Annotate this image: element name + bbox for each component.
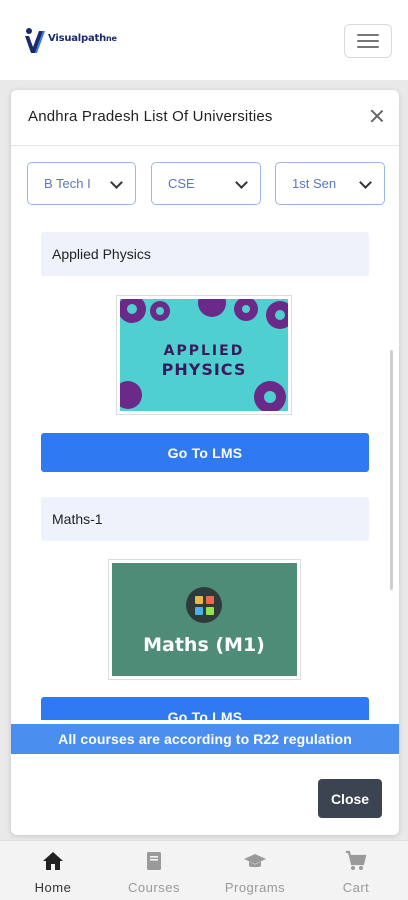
- nav-home[interactable]: Home: [13, 849, 93, 895]
- bottom-navigation: Home Courses Programs Cart: [0, 840, 408, 900]
- maths-thumbnail: Maths (M1): [108, 559, 301, 680]
- course-title: Maths-1: [52, 511, 103, 527]
- nav-programs[interactable]: Programs: [215, 849, 295, 895]
- hamburger-icon: [357, 34, 379, 36]
- logo-mark-icon: [25, 28, 45, 53]
- nav-label: Cart: [342, 880, 370, 895]
- nav-label: Home: [34, 880, 72, 895]
- home-icon: [43, 852, 63, 870]
- chevron-down-icon: [359, 176, 372, 189]
- svg-text:APPLIED: APPLIED: [164, 343, 245, 359]
- filter-bar: B Tech I CSE 1st Sen: [27, 162, 385, 206]
- brand-logo[interactable]: Visualpathne: [24, 26, 117, 56]
- hamburger-menu-button[interactable]: [344, 24, 392, 58]
- go-to-lms-button[interactable]: Go To LMS: [41, 697, 369, 720]
- nav-label: Programs: [224, 880, 286, 895]
- branch-select[interactable]: CSE: [151, 162, 261, 205]
- course-list[interactable]: Applied Physics APPLIED PHYSICS Go To LM…: [11, 220, 399, 720]
- semester-select[interactable]: 1st Sen: [275, 162, 385, 205]
- maths-image: Maths (M1): [112, 563, 297, 676]
- semester-select-value: 1st Sen: [292, 176, 337, 191]
- universities-modal: Andhra Pradesh List Of Universities B Te…: [11, 90, 399, 835]
- logo-tagline: [48, 45, 117, 50]
- cart-icon: [346, 850, 367, 870]
- top-header: Visualpathne: [0, 0, 408, 80]
- course-card-title-bar: Applied Physics: [41, 232, 369, 276]
- nav-courses[interactable]: Courses: [114, 849, 194, 895]
- nav-cart[interactable]: Cart: [316, 849, 396, 895]
- branch-select-value: CSE: [168, 176, 195, 191]
- course-card-title-bar: Maths-1: [41, 497, 369, 541]
- close-icon[interactable]: [369, 108, 385, 124]
- svg-text:PHYSICS: PHYSICS: [162, 360, 247, 379]
- course-select[interactable]: B Tech I: [27, 162, 136, 205]
- svg-text:Maths (M1): Maths (M1): [143, 634, 265, 656]
- regulation-notice: All courses are according to R22 regulat…: [11, 724, 399, 754]
- nav-label: Courses: [128, 880, 180, 895]
- hamburger-line: [357, 46, 379, 48]
- modal-header: Andhra Pradesh List Of Universities: [11, 90, 399, 146]
- go-to-lms-button[interactable]: Go To LMS: [41, 433, 369, 472]
- chevron-down-icon: [110, 176, 123, 189]
- scrollbar[interactable]: [390, 350, 393, 590]
- graduation-cap-icon: [244, 854, 266, 868]
- course-select-value: B Tech I: [44, 176, 91, 191]
- applied-physics-image: APPLIED PHYSICS: [114, 289, 294, 413]
- close-button[interactable]: Close: [318, 779, 382, 818]
- logo-name: Visualpathne: [48, 32, 117, 44]
- chevron-down-icon: [235, 176, 248, 189]
- hamburger-line: [357, 40, 379, 42]
- book-icon: [147, 852, 161, 870]
- course-title: Applied Physics: [52, 246, 151, 262]
- modal-title: Andhra Pradesh List Of Universities: [28, 108, 273, 125]
- applied-physics-thumbnail: APPLIED PHYSICS: [114, 289, 294, 415]
